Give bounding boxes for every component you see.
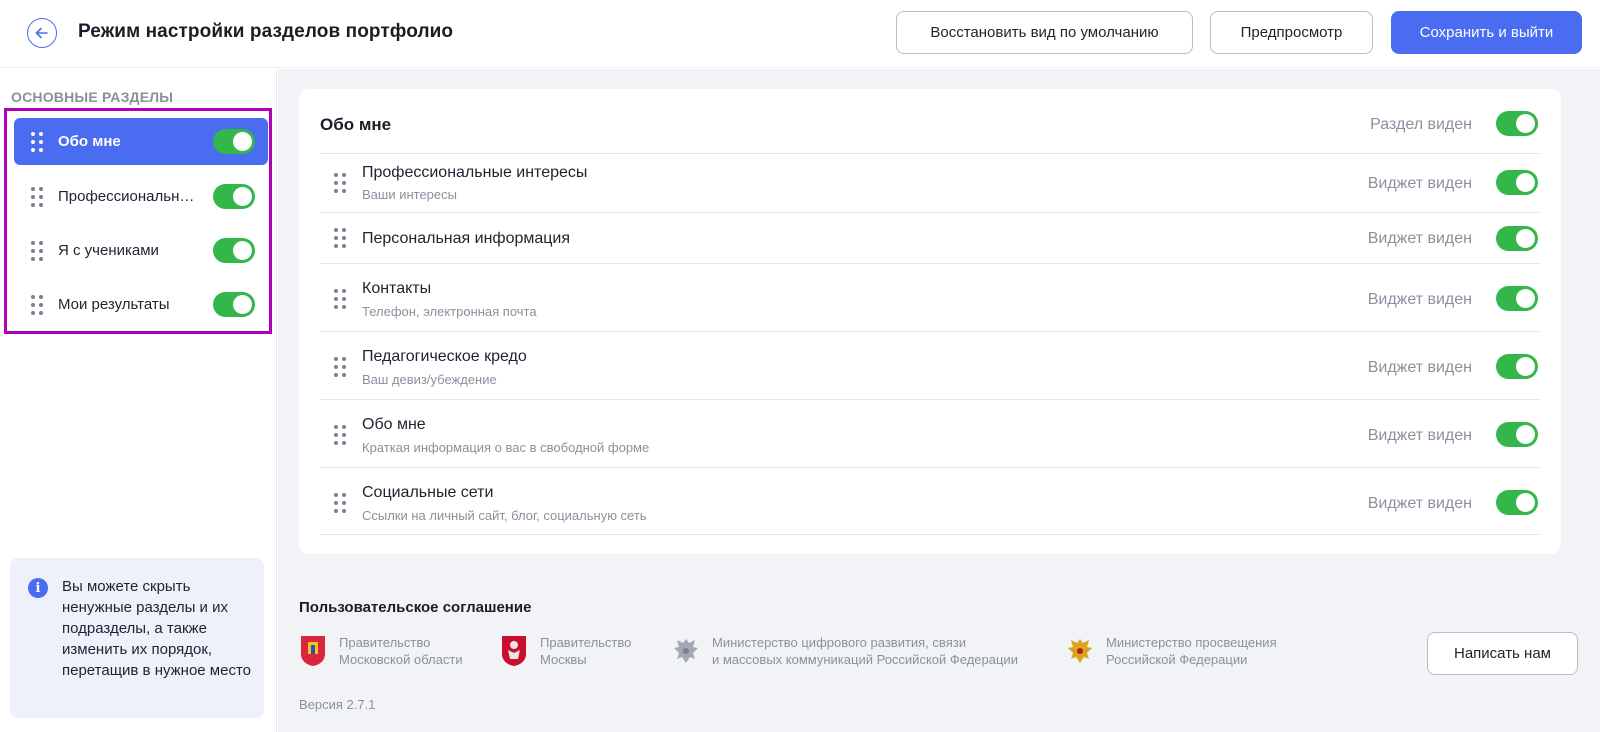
save-and-exit-button[interactable]: Сохранить и выйти xyxy=(1391,11,1582,54)
widget-title: Обо мне xyxy=(362,416,426,433)
drag-handle-icon[interactable] xyxy=(334,425,346,445)
widget-status: Виджет виден xyxy=(1367,291,1472,308)
widget-title: Социальные сети xyxy=(362,484,494,501)
section-title: Обо мне xyxy=(320,115,392,134)
section-visibility-toggle[interactable] xyxy=(213,292,255,317)
info-hint: i Вы можете скрыть ненужные разделы и их… xyxy=(10,558,264,718)
drag-handle-icon[interactable] xyxy=(31,240,43,261)
drag-handle-icon[interactable] xyxy=(31,131,43,152)
widget-visibility-toggle[interactable] xyxy=(1496,490,1538,515)
org-mincifry[interactable]: Министерство цифрового развития, связи и… xyxy=(672,634,1018,668)
widget-status: Виджет виден xyxy=(1367,427,1472,444)
org-name-line1: Правительство xyxy=(339,635,431,650)
drag-handle-icon[interactable] xyxy=(31,186,43,207)
widget-subtitle: Телефон, электронная почта xyxy=(362,304,537,319)
widget-title: Педагогическое кредо xyxy=(362,348,527,365)
widget-visibility-toggle[interactable] xyxy=(1496,286,1538,311)
section-card: Обо мне Раздел виден Профессиональные ин… xyxy=(299,89,1561,554)
moscow-emblem-icon xyxy=(502,636,526,666)
page-title: Режим настройки разделов портфолио xyxy=(78,21,454,42)
sidebar-item-label: Профессиональные интересы xyxy=(58,188,198,205)
sidebar-item-label: Мои результаты xyxy=(58,296,170,313)
widget-status: Виджет виден xyxy=(1367,175,1472,192)
drag-handle-icon[interactable] xyxy=(334,228,346,248)
back-arrow-icon[interactable] xyxy=(27,18,57,48)
russia-eagle-gray-icon xyxy=(674,639,698,663)
widget-row: Обо мне Краткая информация о вас в свобо… xyxy=(320,399,1540,467)
app-version: Версия 2.7.1 xyxy=(299,697,376,712)
section-visibility-toggle[interactable] xyxy=(1496,111,1538,136)
section-visibility-toggle[interactable] xyxy=(213,129,255,154)
org-name-line1: Министерство цифрового развития, связи xyxy=(712,635,966,650)
widget-subtitle: Ссылки на личный сайт, блог, социальную … xyxy=(362,508,647,523)
sidebar-item-my-results[interactable]: Мои результаты xyxy=(14,281,268,328)
drag-handle-icon[interactable] xyxy=(334,493,346,513)
widget-row: Социальные сети Ссылки на личный сайт, б… xyxy=(320,467,1540,535)
info-icon: i xyxy=(28,578,48,598)
moscow-oblast-emblem-icon xyxy=(301,636,325,666)
widget-row: Персональная информация Виджет виден xyxy=(320,212,1540,263)
info-text: Вы можете скрыть ненужные разделы и их п… xyxy=(62,578,252,679)
org-moscow-oblast[interactable]: Правительство Московской области xyxy=(299,634,463,668)
widget-list: Профессиональные интересы Ваши интересы … xyxy=(320,153,1540,535)
widget-row: Профессиональные интересы Ваши интересы … xyxy=(320,153,1540,212)
org-name-line1: Министерство просвещения xyxy=(1106,635,1277,650)
widget-status: Виджет виден xyxy=(1367,495,1472,512)
header: Режим настройки разделов портфолио Восст… xyxy=(0,0,1600,68)
widget-subtitle: Ваш девиз/убеждение xyxy=(362,372,497,387)
preview-button[interactable]: Предпросмотр xyxy=(1210,11,1373,54)
drag-handle-icon[interactable] xyxy=(334,289,346,309)
org-name-line2: и массовых коммуникаций Российской Федер… xyxy=(712,652,1018,667)
widget-title: Персональная информация xyxy=(362,230,571,247)
sidebar-item-about-me[interactable]: Обо мне xyxy=(14,118,268,165)
restore-default-button[interactable]: Восстановить вид по умолчанию xyxy=(896,11,1193,54)
widget-title: Контакты xyxy=(362,280,432,297)
org-name-line1: Правительство xyxy=(540,635,632,650)
sidebar-item-with-students[interactable]: Я с учениками xyxy=(14,227,268,274)
sidebar: ОСНОВНЫЕ РАЗДЕЛЫ Обо мне Профессиональны… xyxy=(0,69,277,732)
section-visibility-toggle[interactable] xyxy=(213,238,255,263)
contact-us-button[interactable]: Написать нам xyxy=(1427,632,1578,675)
drag-handle-icon[interactable] xyxy=(334,173,346,193)
widget-visibility-toggle[interactable] xyxy=(1496,226,1538,251)
sidebar-item-professional-interests[interactable]: Профессиональные интересы xyxy=(14,173,268,220)
sidebar-heading: ОСНОВНЫЕ РАЗДЕЛЫ xyxy=(11,89,174,105)
org-name-line2: Московской области xyxy=(339,652,463,667)
widget-subtitle: Ваши интересы xyxy=(362,187,457,202)
sidebar-item-label: Я с учениками xyxy=(58,242,159,259)
widget-visibility-toggle[interactable] xyxy=(1496,170,1538,195)
widget-title: Профессиональные интересы xyxy=(362,164,588,181)
russia-eagle-gold-icon xyxy=(1068,639,1092,663)
sidebar-item-label: Обо мне xyxy=(58,133,121,150)
section-visibility-toggle[interactable] xyxy=(213,184,255,209)
drag-handle-icon[interactable] xyxy=(334,357,346,377)
drag-handle-icon[interactable] xyxy=(31,294,43,315)
org-name-line2: Российской Федерации xyxy=(1106,652,1248,667)
sections-list: Обо мне Профессиональные интересы Я с уч… xyxy=(4,108,272,334)
widget-status: Виджет виден xyxy=(1367,359,1472,376)
widget-status: Виджет виден xyxy=(1367,230,1472,247)
widget-subtitle: Краткая информация о вас в свободной фор… xyxy=(362,440,650,455)
org-name-line2: Москвы xyxy=(540,652,587,667)
widget-row: Педагогическое кредо Ваш девиз/убеждение… xyxy=(320,331,1540,399)
widget-visibility-toggle[interactable] xyxy=(1496,422,1538,447)
widget-row: Контакты Телефон, электронная почта Видж… xyxy=(320,263,1540,331)
org-moscow[interactable]: Правительство Москвы xyxy=(500,634,631,668)
user-agreement-link[interactable]: Пользовательское соглашение xyxy=(299,599,531,616)
section-status: Раздел виден xyxy=(1370,116,1472,133)
main-content: Обо мне Раздел виден Профессиональные ин… xyxy=(278,69,1600,732)
widget-visibility-toggle[interactable] xyxy=(1496,354,1538,379)
org-minprosvet[interactable]: Министерство просвещения Российской Феде… xyxy=(1066,634,1277,668)
